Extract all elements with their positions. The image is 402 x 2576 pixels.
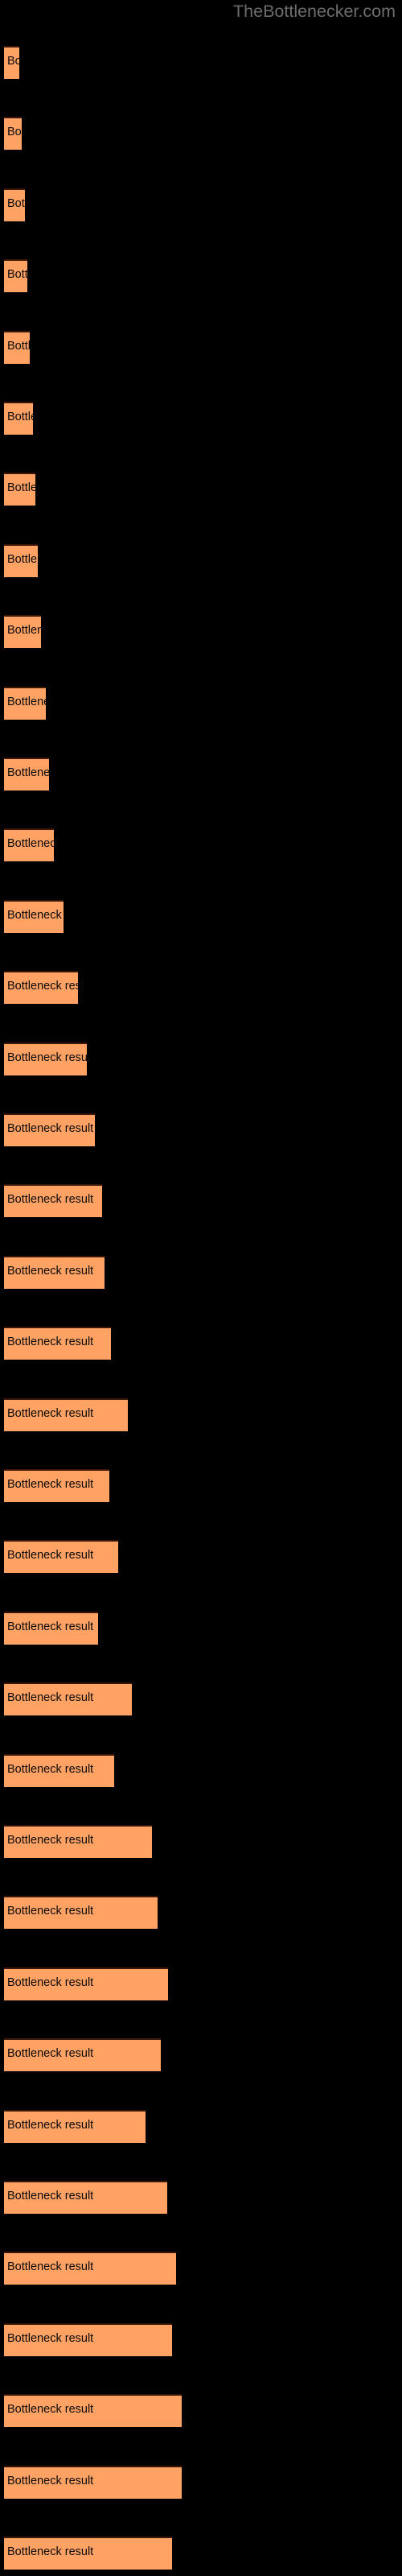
bar: Bottleneck result <box>4 2109 146 2143</box>
bar-value-label: Bottleneck result <box>7 2047 94 2061</box>
bar: Bottleneck result <box>4 2181 167 2214</box>
bar: Bottleneck result <box>4 1967 168 2000</box>
bar: Bottleneck result <box>4 828 54 862</box>
bar: Bottleneck result <box>4 259 27 293</box>
bar-value-label: Bottleneck result <box>7 481 35 495</box>
bar: Bottleneck result <box>4 1825 152 1858</box>
bar-value-label: Bottleneck result <box>7 766 49 779</box>
bar: Bottleneck result <box>4 46 19 79</box>
bar: Bottleneck result <box>4 2465 182 2499</box>
bars-layer: Bottleneck result Bottleneck result Bottle… <box>0 0 402 2576</box>
bar-value-label: Bottleneck result <box>7 268 27 282</box>
bar: Bottleneck result <box>4 1753 114 1787</box>
bar: Bottleneck result <box>4 1397 128 1431</box>
bar: Bottleneck result <box>4 1682 132 1716</box>
bar-value-label: Bottleneck result <box>7 55 19 68</box>
bar: Bottleneck result <box>4 1327 111 1360</box>
bar: Bottleneck result <box>4 402 33 435</box>
bar-value-label: Bottleneck result <box>7 2190 94 2202</box>
bar-value-label: Bottleneck result <box>7 1975 94 1989</box>
bar-value-label: Bottleneck result <box>7 695 46 708</box>
bar: Bottleneck result <box>4 615 41 649</box>
bar: Bottleneck result <box>4 2252 176 2285</box>
bar-value-label: Bottleneck result <box>7 1122 94 1135</box>
bar-value-label: Bottleneck result <box>7 1264 94 1278</box>
bar: Bottleneck result <box>4 1611 98 1645</box>
bar-value-label: Bottleneck result <box>7 1051 87 1064</box>
bar-value-label: Bottleneck result <box>7 1549 94 1563</box>
bar-value-label: Bottleneck result <box>7 1905 94 1918</box>
bar: Bottleneck result <box>4 543 38 577</box>
bar-value-label: Bottleneck result <box>7 624 41 638</box>
bar-value-label: Bottleneck result <box>7 1406 94 1420</box>
bar-value-label: Bottleneck result <box>7 908 64 922</box>
bar-value-label: Bottleneck result <box>7 837 54 851</box>
bar: Bottleneck result <box>4 1042 87 1075</box>
bar: Bottleneck result <box>4 2394 182 2428</box>
bar-value-label: Bottleneck result <box>7 2260 94 2274</box>
bar: Bottleneck result <box>4 758 49 791</box>
bar-value-label: Bottleneck result <box>7 1335 94 1349</box>
bar: Bottleneck result <box>4 330 30 364</box>
bar-value-label: Bottleneck result <box>7 126 22 139</box>
bar: Bottleneck result <box>4 188 25 221</box>
bar: Bottleneck result <box>4 1469 109 1502</box>
bar: Bottleneck result <box>4 1896 158 1930</box>
bar: Bottleneck result <box>4 971 78 1005</box>
bar-value-label: Bottleneck result <box>7 1691 94 1705</box>
bar: Bottleneck result <box>4 2038 161 2072</box>
bar-value-label: Bottleneck result <box>7 2118 94 2132</box>
bar-value-label: Bottleneck result <box>7 1478 94 1491</box>
bar-chart: TheBottlenecker.com Bottleneck resultBot… <box>0 0 402 2576</box>
bar: Bottleneck result <box>4 2322 172 2356</box>
bar: Bottleneck result <box>4 1255 105 1289</box>
bar: Bottleneck result <box>4 117 22 151</box>
bar: Bottleneck result <box>4 473 35 506</box>
bar-value-label: Bottleneck result <box>7 1620 94 1633</box>
bar-value-label: Bottleneck result <box>7 2403 94 2417</box>
bar: Bottleneck result <box>4 1113 95 1146</box>
bar-value-label: Bottleneck result <box>7 552 38 566</box>
bar: Bottleneck result <box>4 1540 118 1574</box>
bar: Bottleneck result <box>4 899 64 933</box>
bar-value-label: Bottleneck result <box>7 1834 94 1847</box>
bar-value-label: Bottleneck result <box>7 196 25 210</box>
bar: Bottleneck result <box>4 2537 172 2570</box>
bar-value-label: Bottleneck result <box>7 1762 94 1776</box>
bar-value-label: Bottleneck result <box>7 339 30 353</box>
bar-value-label: Bottleneck result <box>7 1193 94 1207</box>
bar-value-label: Bottleneck result <box>7 2545 94 2558</box>
bar: Bottleneck result <box>4 1184 102 1218</box>
bar-value-label: Bottleneck result <box>7 411 33 423</box>
bar: Bottleneck result <box>4 686 46 720</box>
bar-value-label: Bottleneck result <box>7 2474 94 2487</box>
bar-value-label: Bottleneck result <box>7 2331 94 2345</box>
bar-value-label: Bottleneck result <box>7 980 78 993</box>
